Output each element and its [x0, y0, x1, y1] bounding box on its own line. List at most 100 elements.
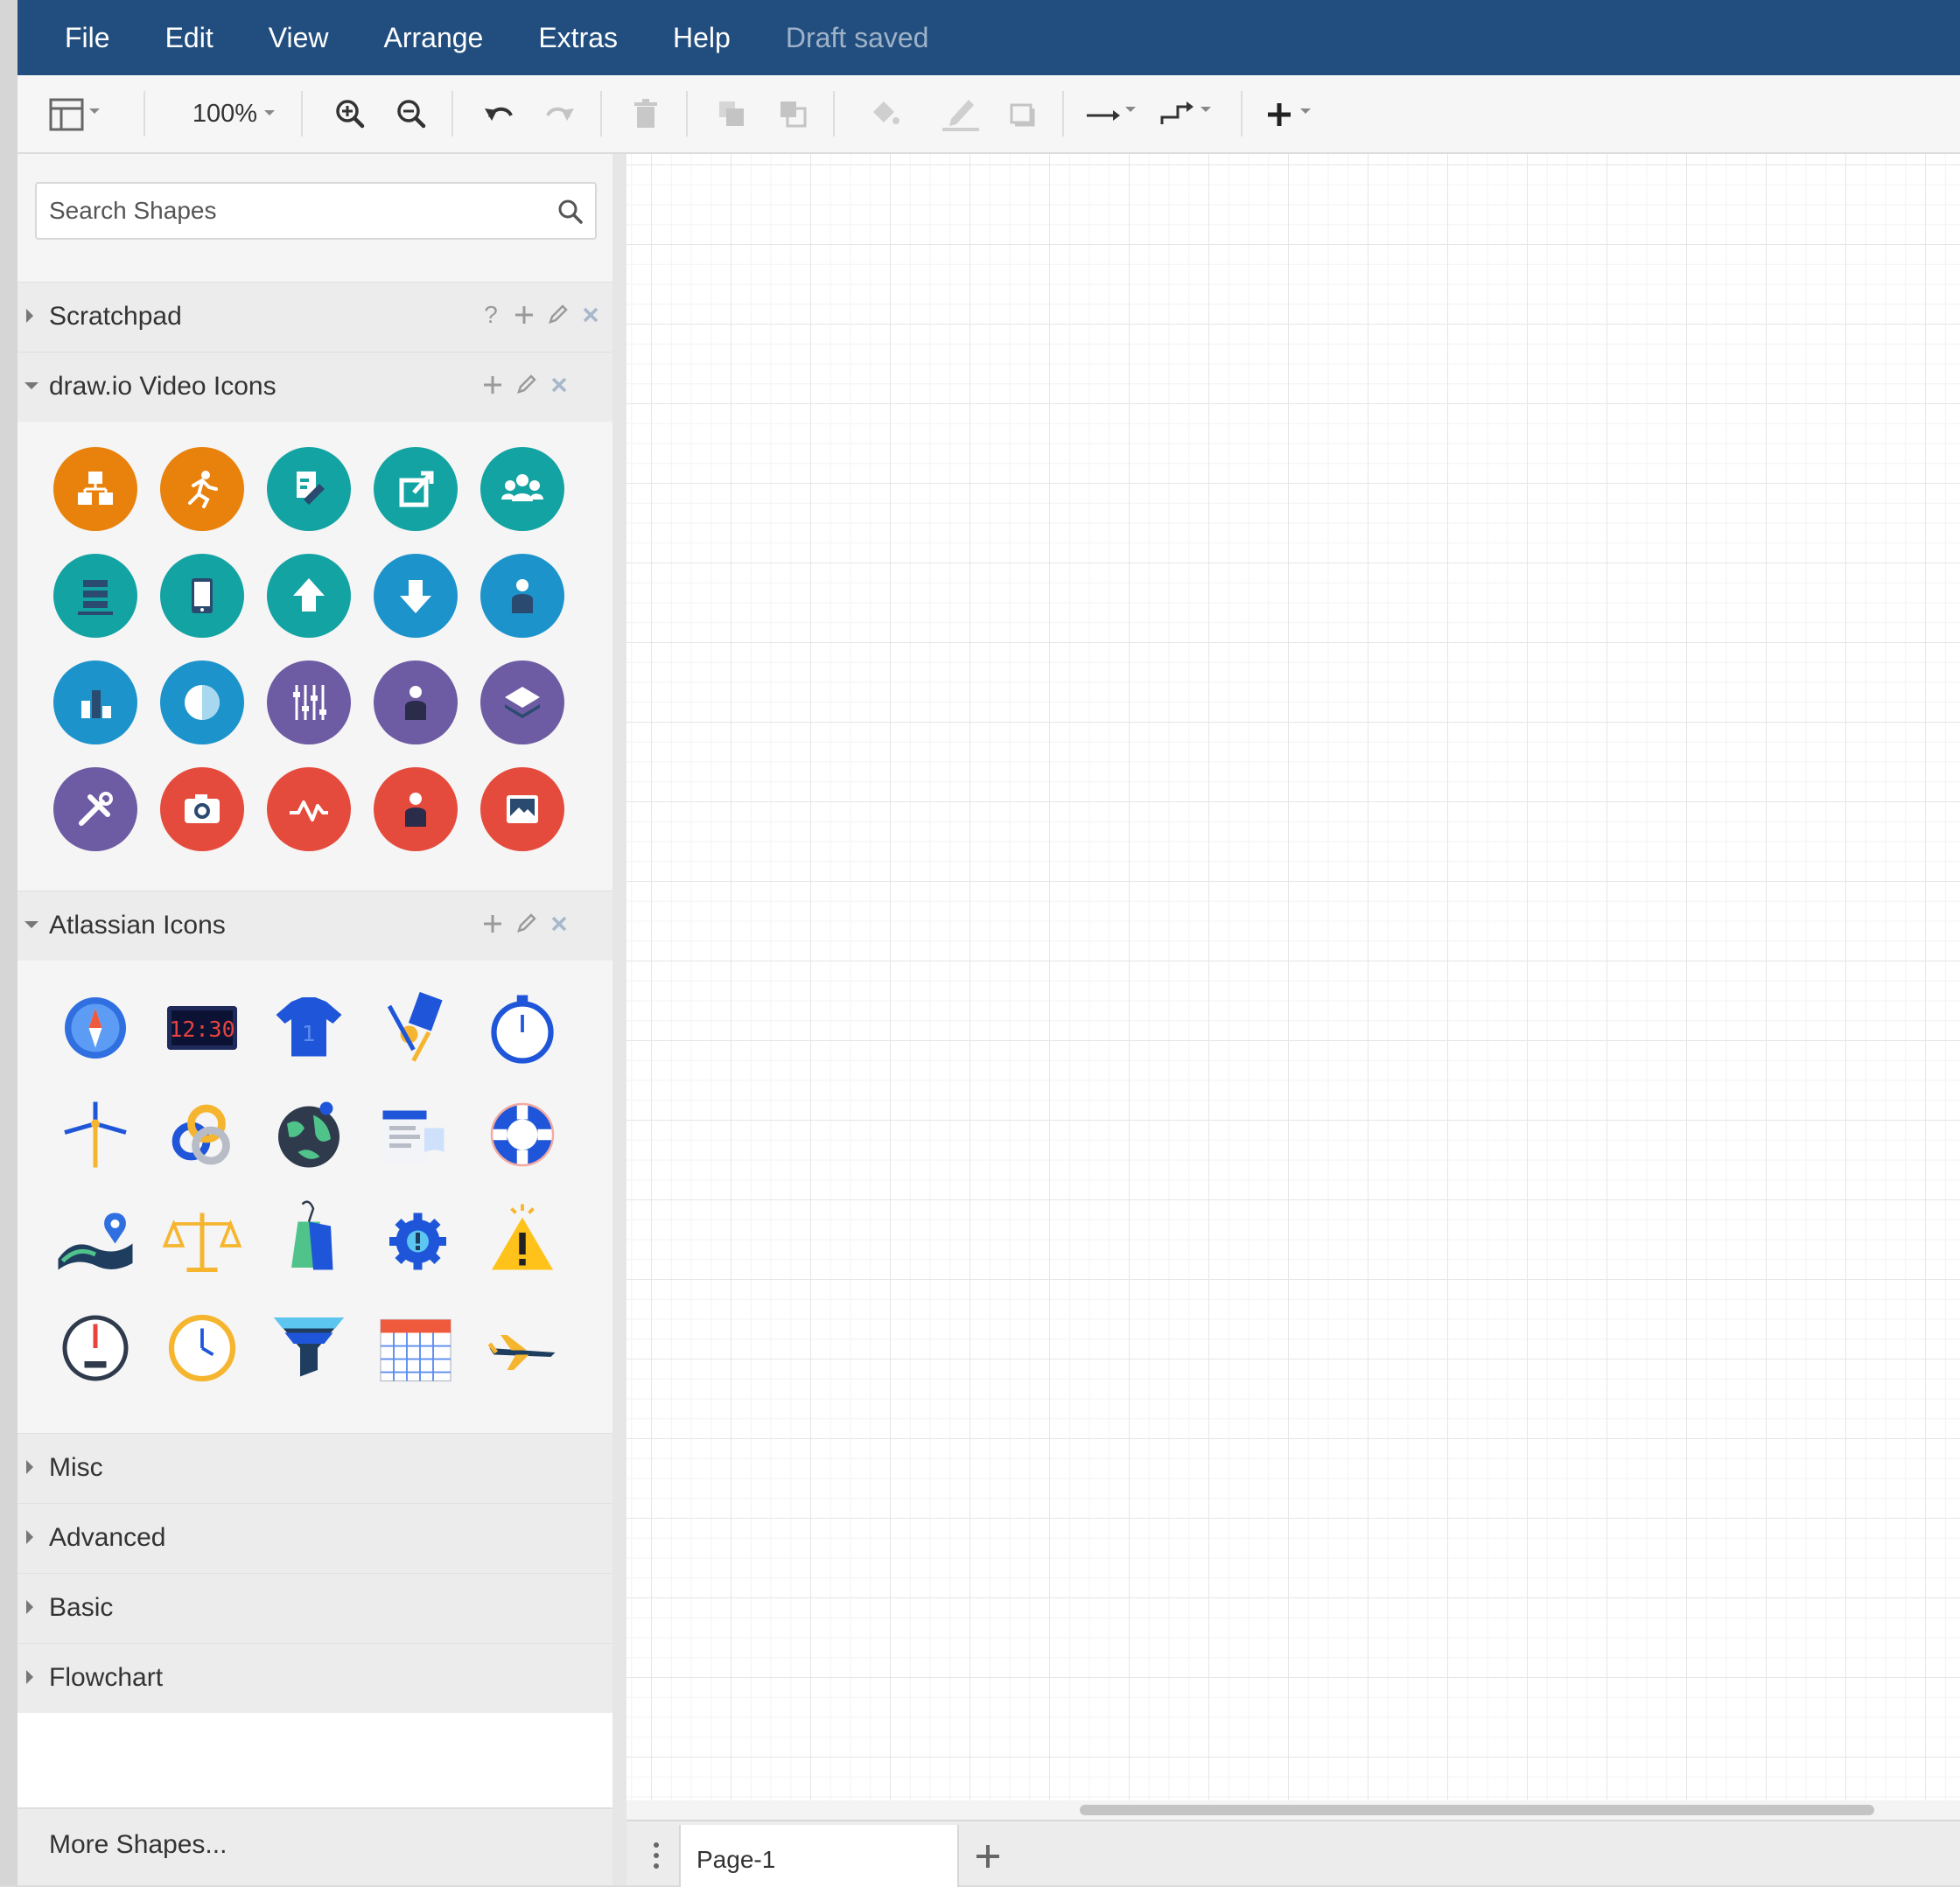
- redo-button[interactable]: [534, 89, 586, 138]
- section-basic[interactable]: Basic: [18, 1573, 612, 1643]
- shape-lifebuoy[interactable]: [469, 1081, 576, 1188]
- more-shapes-button[interactable]: More Shapes...: [18, 1807, 612, 1885]
- shape-airplane[interactable]: [469, 1295, 576, 1401]
- shape-jersey[interactable]: 1: [256, 975, 362, 1081]
- upload-arrow-icon: [267, 554, 351, 638]
- menu-extras[interactable]: Extras: [538, 22, 618, 54]
- horizontal-scrollbar[interactable]: [626, 1800, 1960, 1820]
- waypoints-button[interactable]: [1155, 89, 1216, 138]
- add-icon[interactable]: [513, 302, 536, 328]
- section-atlassian-icons[interactable]: Atlassian Icons: [18, 891, 612, 961]
- layout-panel-icon: [49, 98, 100, 131]
- team-group-icon: [480, 447, 564, 531]
- shape-share-export[interactable]: [362, 436, 469, 542]
- menu-arrange[interactable]: Arrange: [383, 22, 483, 54]
- atlassian-icons-grid: 12:30 1: [42, 975, 602, 1401]
- shape-gear-alert[interactable]: [362, 1188, 469, 1295]
- shape-server-stack[interactable]: [42, 542, 149, 649]
- shape-person[interactable]: [469, 542, 576, 649]
- menu-edit[interactable]: Edit: [165, 22, 214, 54]
- shape-scales[interactable]: [149, 1188, 256, 1295]
- shape-windmill[interactable]: [42, 1081, 149, 1188]
- shape-download-arrow[interactable]: [362, 542, 469, 649]
- expand-arrow-icon: [26, 1460, 33, 1474]
- shadow-button[interactable]: [998, 89, 1046, 138]
- search-input[interactable]: [49, 192, 539, 229]
- to-front-button[interactable]: [707, 89, 756, 138]
- shape-map-pin[interactable]: [42, 1188, 149, 1295]
- shape-team-group[interactable]: [469, 436, 576, 542]
- section-video-icons[interactable]: draw.io Video Icons: [18, 352, 612, 422]
- delete-button[interactable]: [621, 89, 670, 138]
- page-menu-icon[interactable]: [640, 1834, 672, 1877]
- shape-pie-chart[interactable]: [149, 649, 256, 756]
- zoom-dropdown[interactable]: 100%: [175, 89, 298, 138]
- shape-digital-clock[interactable]: 12:30: [149, 975, 256, 1081]
- section-advanced[interactable]: Advanced: [18, 1503, 612, 1573]
- arrow-right-icon: [1087, 107, 1136, 121]
- page-tab[interactable]: Page-1: [679, 1825, 959, 1887]
- shape-user[interactable]: [362, 649, 469, 756]
- close-icon[interactable]: [548, 372, 570, 398]
- add-icon[interactable]: [481, 911, 504, 937]
- edit-pencil-icon[interactable]: [514, 911, 537, 937]
- shape-chain-rings[interactable]: [149, 1081, 256, 1188]
- shape-clock[interactable]: [149, 1295, 256, 1401]
- add-icon[interactable]: [481, 372, 504, 398]
- menu-view[interactable]: View: [269, 22, 329, 54]
- zoom-in-button[interactable]: [326, 89, 374, 138]
- section-flowchart[interactable]: Flowchart: [18, 1643, 612, 1713]
- close-icon[interactable]: [548, 911, 570, 937]
- bar-chart-icon: [53, 660, 137, 744]
- shape-design-tools[interactable]: [362, 975, 469, 1081]
- add-page-button[interactable]: [959, 1825, 1017, 1887]
- edit-pencil-icon[interactable]: [514, 372, 537, 398]
- shape-picture[interactable]: [469, 756, 576, 863]
- shape-speedometer[interactable]: [42, 1295, 149, 1401]
- menu-help[interactable]: Help: [673, 22, 731, 54]
- shape-running-person[interactable]: [149, 436, 256, 542]
- to-back-button[interactable]: [768, 89, 817, 138]
- shape-profile[interactable]: [362, 756, 469, 863]
- shape-calendar[interactable]: [362, 1295, 469, 1401]
- shape-warning[interactable]: [469, 1188, 576, 1295]
- shape-compass[interactable]: [42, 975, 149, 1081]
- scrollbar-thumb[interactable]: [1080, 1805, 1874, 1815]
- insert-button[interactable]: [1262, 89, 1323, 138]
- shape-layers[interactable]: [469, 649, 576, 756]
- search-icon[interactable]: [555, 196, 586, 227]
- edit-pencil-icon[interactable]: [546, 302, 569, 328]
- format-panel-button[interactable]: [44, 89, 105, 138]
- toolbar: 100%: [18, 75, 1960, 154]
- shape-activity-pulse[interactable]: [256, 756, 362, 863]
- shape-funnel[interactable]: [256, 1295, 362, 1401]
- shape-stopwatch[interactable]: [469, 975, 576, 1081]
- sidebar-splitter[interactable]: [612, 154, 626, 1885]
- menu-file[interactable]: File: [65, 22, 110, 54]
- shape-globe[interactable]: [256, 1081, 362, 1188]
- save-status: Draft saved: [785, 21, 929, 53]
- shape-upload-arrow[interactable]: [256, 542, 362, 649]
- help-icon[interactable]: ?: [480, 301, 502, 328]
- section-misc[interactable]: Misc: [18, 1433, 612, 1503]
- connection-style-button[interactable]: [1080, 89, 1141, 138]
- shape-tools[interactable]: [42, 756, 149, 863]
- shape-sliders[interactable]: [256, 649, 362, 756]
- section-scratchpad[interactable]: Scratchpad ?: [18, 282, 612, 352]
- shape-edit-document[interactable]: [256, 436, 362, 542]
- fill-color-button[interactable]: [859, 89, 908, 138]
- shape-bar-chart[interactable]: [42, 649, 149, 756]
- section-title: draw.io Video Icons: [49, 372, 276, 401]
- activity-pulse-icon: [267, 767, 351, 851]
- globe-icon: [278, 1101, 340, 1168]
- line-color-button[interactable]: [934, 89, 987, 138]
- shape-tablet-device[interactable]: [149, 542, 256, 649]
- close-icon[interactable]: [579, 302, 602, 328]
- shape-documents[interactable]: [362, 1081, 469, 1188]
- shape-camera[interactable]: [149, 756, 256, 863]
- diagram-canvas[interactable]: [626, 154, 1960, 1800]
- shape-org-chart[interactable]: [42, 436, 149, 542]
- zoom-out-button[interactable]: [387, 89, 436, 138]
- shape-price-tag[interactable]: [256, 1188, 362, 1295]
- undo-button[interactable]: [472, 89, 525, 138]
